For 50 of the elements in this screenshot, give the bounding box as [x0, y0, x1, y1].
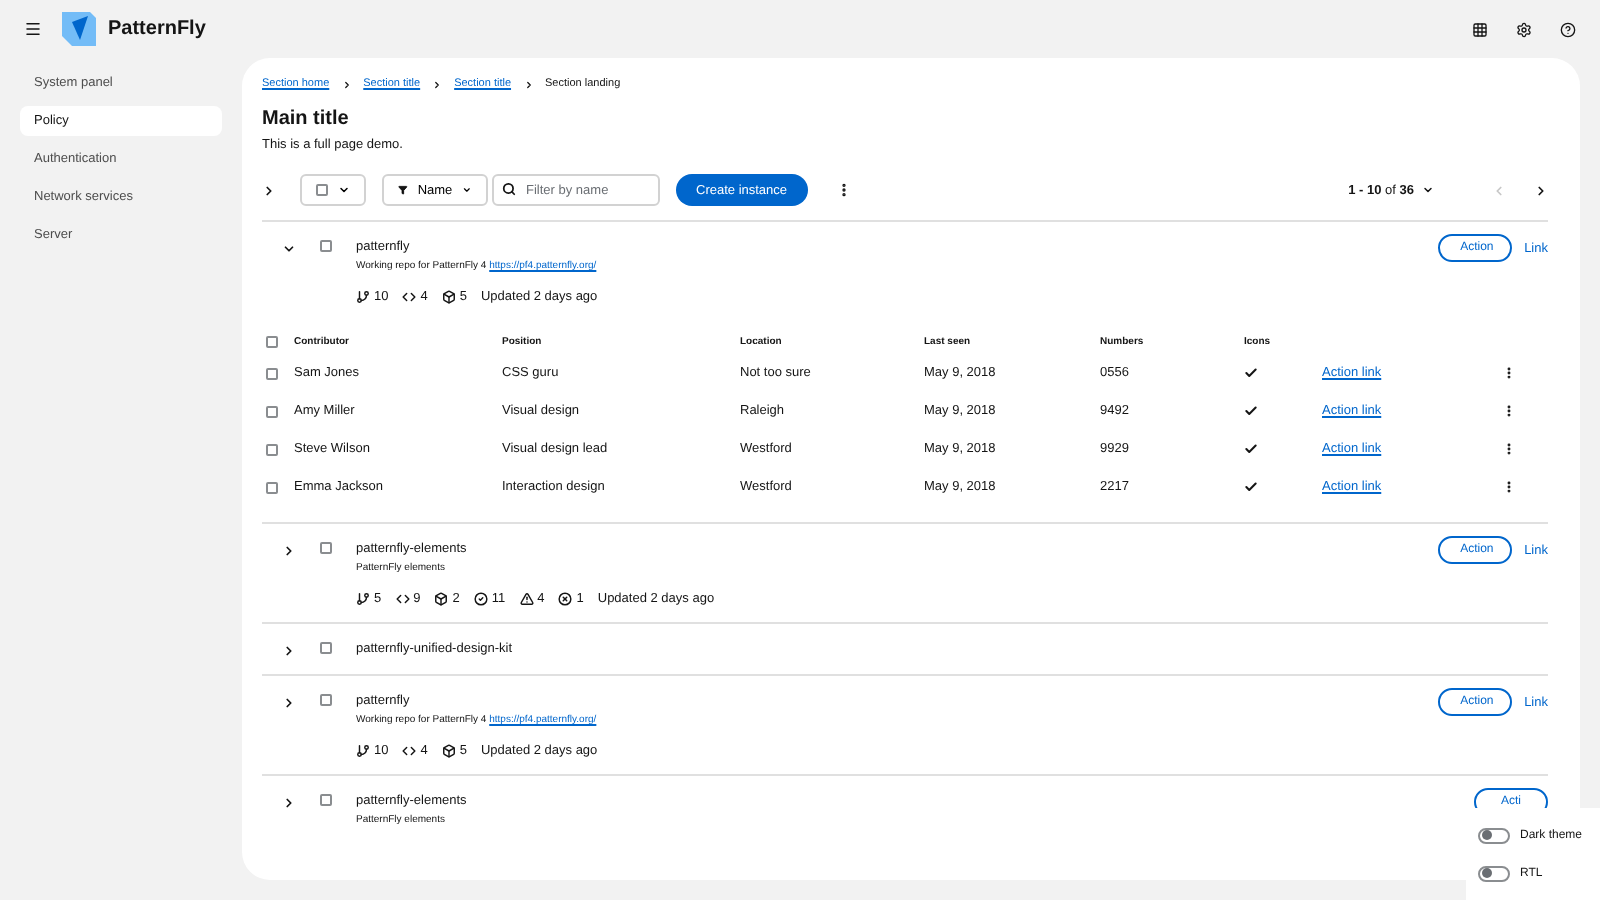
- separator-icon: [523, 79, 534, 89]
- row-checkbox[interactable]: [320, 542, 332, 554]
- kebab-button[interactable]: [1502, 442, 1516, 456]
- branch-icon: [356, 290, 370, 304]
- row-checkbox[interactable]: [320, 642, 332, 654]
- kebab-button[interactable]: [1502, 480, 1516, 494]
- expand-toggle[interactable]: [282, 544, 296, 558]
- menu-icon[interactable]: [24, 20, 42, 38]
- code-icon: [402, 744, 417, 758]
- error-icon: [558, 592, 573, 606]
- toggle-switch[interactable]: [1478, 865, 1510, 881]
- select-all-checkbox[interactable]: [266, 335, 278, 347]
- expand-all-button[interactable]: [262, 183, 276, 197]
- expand-toggle[interactable]: [282, 796, 296, 810]
- kebab-button[interactable]: [1502, 404, 1516, 418]
- page-title: Main title: [262, 108, 351, 130]
- logo-text: PatternFly: [108, 18, 206, 40]
- filter-icon: [398, 184, 408, 196]
- row-checkbox[interactable]: [266, 367, 278, 379]
- bulk-select[interactable]: [300, 174, 366, 206]
- row-checkbox[interactable]: [266, 481, 278, 493]
- expand-toggle[interactable]: [282, 644, 296, 658]
- logo-icon: [62, 12, 96, 46]
- caret-icon: [338, 184, 350, 196]
- app-grid-icon[interactable]: [1472, 21, 1488, 37]
- row-checkbox[interactable]: [320, 694, 332, 706]
- check-circle-icon: [473, 592, 488, 606]
- expand-toggle[interactable]: [282, 696, 296, 710]
- separator-icon: [432, 79, 443, 89]
- help-icon[interactable]: [1560, 21, 1576, 37]
- row-checkbox[interactable]: [266, 443, 278, 455]
- kebab-button[interactable]: [1502, 366, 1516, 380]
- code-icon: [402, 290, 417, 304]
- branch-icon: [356, 744, 370, 758]
- per-page-toggle[interactable]: [1422, 184, 1434, 196]
- caret-icon: [462, 184, 472, 196]
- separator-icon: [341, 79, 352, 89]
- branch-icon: [356, 592, 370, 606]
- cube-icon: [441, 290, 456, 304]
- next-page-button[interactable]: [1534, 183, 1548, 197]
- row-checkbox[interactable]: [266, 405, 278, 417]
- cube-icon: [441, 744, 456, 758]
- toggle-switch[interactable]: [1478, 827, 1510, 843]
- code-icon: [395, 592, 410, 606]
- warning-icon: [519, 592, 534, 606]
- cube-icon: [434, 592, 449, 606]
- row-checkbox[interactable]: [320, 794, 332, 806]
- expand-toggle[interactable]: [282, 242, 296, 256]
- row-checkbox[interactable]: [320, 240, 332, 252]
- settings-icon[interactable]: [1516, 21, 1532, 37]
